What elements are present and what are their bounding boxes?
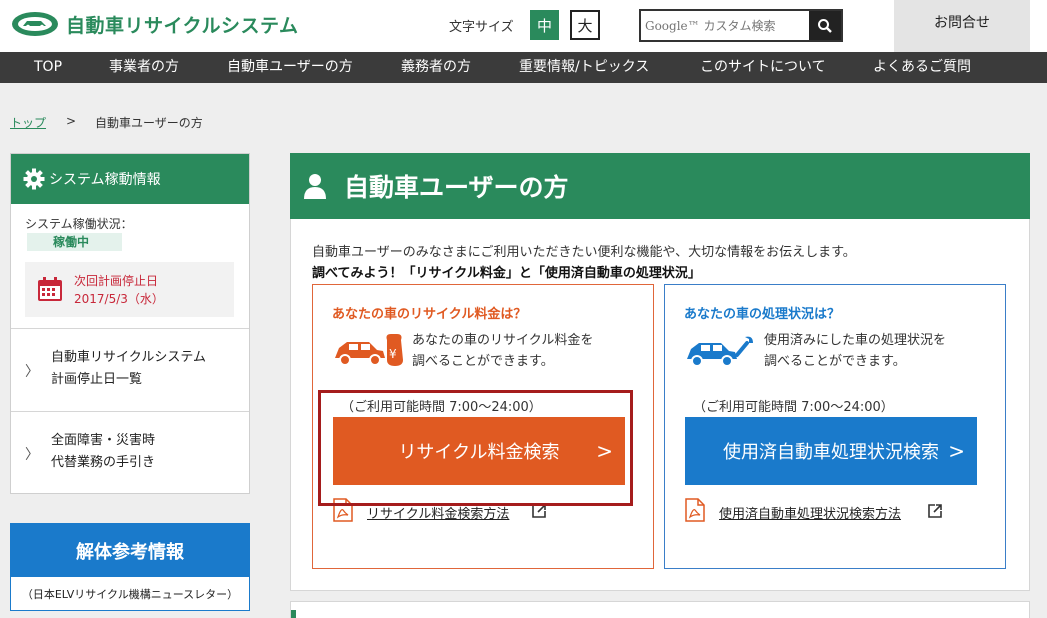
page-title-bar: 自動車ユーザーの方 <box>290 153 1030 219</box>
site-logo[interactable]: 自動車リサイクルシステム <box>10 10 298 38</box>
car-money-icon: ¥ <box>335 334 403 366</box>
button-label: 使用済自動車処理状況検索 <box>723 442 939 463</box>
search-icon <box>818 18 832 33</box>
card-description-line: 調べることができます。 <box>412 354 554 369</box>
system-status-header: システム稼動情報 <box>11 154 249 204</box>
nav-item-faq[interactable]: よくあるご質問 <box>873 52 971 83</box>
car-wrench-icon <box>687 336 753 367</box>
chevron-right-icon: 〉 <box>25 447 39 463</box>
nav-item-car-users[interactable]: 自動車ユーザーの方 <box>227 52 353 83</box>
system-status-title: システム稼動情報 <box>49 172 161 188</box>
next-stop-box: 次回計画停止日 2017/5/3（水） <box>25 262 234 317</box>
site-header: 自動車リサイクルシステム 文字サイズ 中 大 お問合せ <box>0 0 1047 52</box>
card-title: あなたの車のリサイクル料金は？ <box>332 307 527 322</box>
card-title: あなたの車の処理状況は？ <box>684 307 841 322</box>
highlight-box <box>318 390 633 506</box>
nav-item-obligors[interactable]: 義務者の方 <box>401 52 471 83</box>
next-section-box <box>290 601 1030 618</box>
svg-text:¥: ¥ <box>389 347 397 361</box>
external-link-icon <box>928 504 942 518</box>
breadcrumb-separator: > <box>66 114 77 128</box>
sidebar-link-line: 計画停止日一覧 <box>51 372 143 387</box>
card-description-line: 使用済みにした車の処理状況を <box>764 333 947 348</box>
next-stop-date: 2017/5/3（水） <box>74 292 164 306</box>
site-title: 自動車リサイクルシステム <box>66 14 299 37</box>
sidebar-link-disaster-guide[interactable]: 〉 全面障害・災害時 代替業務の手引き <box>11 411 249 493</box>
font-size-large-button[interactable]: 大 <box>570 10 600 40</box>
breadcrumb-home-link[interactable]: トップ <box>10 114 46 131</box>
chevron-right-icon: > <box>948 439 965 463</box>
processing-status-how-to-link[interactable]: 使用済自動車処理状況検索方法 <box>719 503 901 522</box>
intro-text: 自動車ユーザーのみなさまにご利用いただきたい便利な機能や、大切な情報をお伝えしま… <box>312 245 856 260</box>
chevron-right-icon: 〉 <box>25 364 39 380</box>
sidebar-link-line: 全面障害・災害時 <box>51 433 156 448</box>
dismantling-info-banner[interactable]: 解体参考情報 （日本ELVリサイクル機構ニュースレター） <box>10 523 250 611</box>
page-title: 自動車ユーザーの方 <box>344 173 569 202</box>
user-icon <box>304 174 326 199</box>
calendar-icon <box>38 277 62 301</box>
nav-item-business[interactable]: 事業者の方 <box>109 52 179 83</box>
system-status-label: システム稼働状況： <box>25 217 133 231</box>
section-accent <box>291 610 296 618</box>
nav-item-topics[interactable]: 重要情報/トピックス <box>519 52 649 83</box>
next-stop-title: 次回計画停止日 <box>74 274 159 288</box>
pdf-icon <box>685 498 705 522</box>
sidebar-link-stop-schedule[interactable]: 〉 自動車リサイクルシステム 計画停止日一覧 <box>11 328 249 412</box>
sidebar-link-line: 代替業務の手引き <box>51 455 156 470</box>
system-status-panel: システム稼動情報 システム稼働状況： 稼働中 次回計画停止日 2017/5/3（… <box>10 153 250 494</box>
font-size-label: 文字サイズ <box>449 20 514 35</box>
sidebar-link-line: 自動車リサイクルシステム <box>51 350 206 365</box>
gear-icon <box>23 168 45 190</box>
car-logo-icon <box>12 12 58 36</box>
nav-item-top[interactable]: TOP <box>34 52 62 83</box>
dismantling-info-subtitle: （日本ELVリサイクル機構ニュースレター） <box>21 588 239 601</box>
processing-status-card: あなたの車の処理状況は？ 使用済みにした車の処理状況を 調べることができます。 … <box>664 284 1006 569</box>
card-description-line: 調べることができます。 <box>764 354 906 369</box>
dismantling-info-title: 解体参考情報 <box>11 524 249 577</box>
card-hours: （ご利用可能時間 7:00～24:00） <box>693 400 894 415</box>
status-badge: 稼働中 <box>27 233 122 251</box>
card-description: 使用済みにした車の処理状況を 調べることができます。 <box>764 330 946 372</box>
card-description: あなたの車のリサイクル料金を 調べることができます。 <box>412 330 593 372</box>
nav-item-about[interactable]: このサイトについて <box>700 52 826 83</box>
card-description-line: あなたの車のリサイクル料金を <box>412 333 594 348</box>
contact-button[interactable]: お問合せ <box>894 0 1030 52</box>
processing-status-search-button[interactable]: 使用済自動車処理状況検索 > <box>685 417 977 485</box>
search-box <box>639 9 843 42</box>
search-input[interactable] <box>641 11 809 40</box>
main-nav: TOP 事業者の方 自動車ユーザーの方 義務者の方 重要情報/トピックス このサ… <box>0 52 1047 83</box>
intro-headline: 調べてみよう！「リサイクル料金」と「使用済自動車の処理状況」 <box>312 266 701 281</box>
font-size-medium-button[interactable]: 中 <box>530 10 559 40</box>
breadcrumb-current: 自動車ユーザーの方 <box>95 116 203 130</box>
search-button[interactable] <box>809 11 841 40</box>
